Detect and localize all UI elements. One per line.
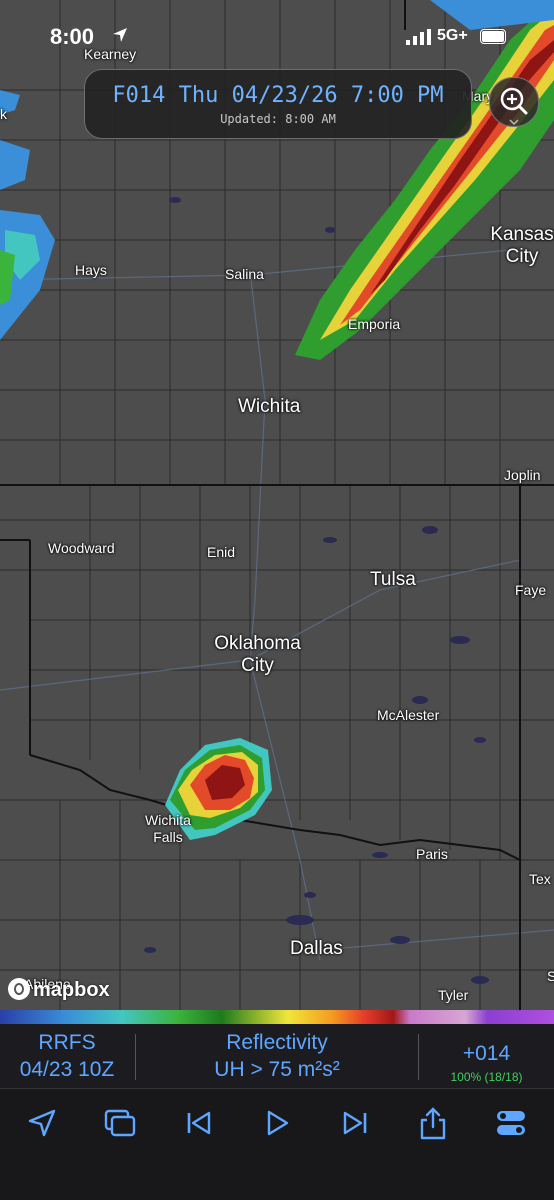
city-kansas-city: Kansas City [490,224,554,267]
city-woodward: Woodward [48,540,115,556]
city-k: k [0,106,7,122]
battery-icon [480,29,506,44]
city-faye: Faye [515,582,547,598]
radar-map[interactable]: Kearney Mary k Hays Salina Emporia Kansa… [0,0,554,1010]
share-icon[interactable] [415,1105,451,1141]
product-button[interactable]: Reflectivity UH > 75 m²s² [136,1024,418,1088]
step-forward-icon[interactable] [337,1105,373,1141]
location-arrow-icon[interactable] [24,1105,60,1141]
reflectivity-color-scale [0,1010,554,1024]
layers-icon[interactable] [102,1105,138,1141]
city-paris: Paris [416,846,448,862]
city-tulsa: Tulsa [370,569,416,590]
city-emporia: Emporia [348,316,401,332]
overlay-name: UH > 75 m²s² [214,1058,340,1081]
city-dallas: Dallas [290,938,343,959]
map-layer [0,0,554,1010]
status-bar: 8:00 5G+ [0,0,554,70]
zoom-in-icon [500,87,528,126]
city-wichita: Wichita [238,396,301,417]
city-wichita-falls: Wichita Falls [145,812,191,845]
settings-toggle-icon[interactable] [493,1105,529,1141]
forecast-hour: +014 [462,1042,511,1065]
forecast-valid-time: F014 Thu 04/23/26 7:00 PM [112,83,444,108]
city-s: S [547,968,554,984]
product-name: Reflectivity [226,1031,328,1054]
load-progress: 100% (18/18) [450,1070,523,1084]
mapbox-label: mapbox [33,979,110,1001]
model-run-time: 04/23 10Z [19,1058,115,1081]
city-oklahoma-city: Oklahoma City [214,633,301,676]
city-mcalester: McAlester [377,707,440,723]
highways [0,249,554,961]
signal-bars-icon [406,29,431,45]
mapbox-logo-icon [8,978,30,1000]
info-bar[interactable]: RRFS 04/23 10Z Reflectivity UH > 75 m²s²… [0,1024,554,1088]
city-tex: Tex [529,871,551,887]
play-icon[interactable] [259,1105,295,1141]
city-joplin: Joplin [504,467,541,483]
city-salina: Salina [225,266,264,282]
city-tyler: Tyler [438,987,469,1003]
network-type: 5G+ [437,27,468,44]
status-time: 8:00 [50,24,95,49]
updated-time: Updated: 8:00 AM [220,112,336,126]
forecast-time-banner[interactable]: F014 Thu 04/23/26 7:00 PM Updated: 8:00 … [84,69,472,139]
city-hays: Hays [75,262,107,278]
mapbox-attribution[interactable]: mapbox [8,978,110,1002]
forecast-hour-button[interactable]: +014 100% (18/18) [419,1024,554,1088]
city-enid: Enid [207,544,236,560]
model-name: RRFS [38,1031,96,1054]
step-back-icon[interactable] [181,1105,217,1141]
bottom-toolbar [0,1088,554,1200]
location-services-icon [113,28,127,42]
model-run-button[interactable]: RRFS 04/23 10Z [0,1024,134,1088]
zoom-button[interactable] [489,77,539,127]
